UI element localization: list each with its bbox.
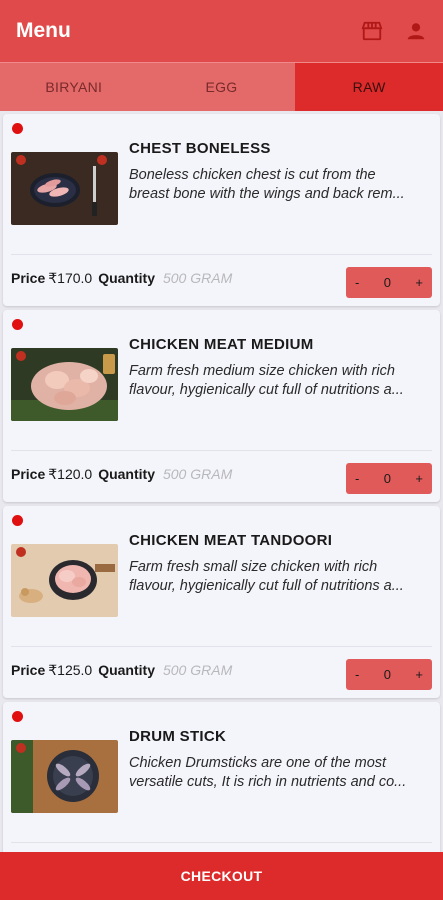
product-description: Chicken Drumsticks are one of the most v… — [129, 754, 429, 792]
quantity-label: Quantity — [98, 270, 155, 286]
product-image — [11, 740, 118, 813]
product-card[interactable]: CHICKEN MEAT TANDOORI Farm fresh small s… — [3, 506, 440, 698]
description-line: breast bone with the wings and back rem.… — [129, 186, 405, 202]
price-label: Price — [11, 662, 46, 678]
description-line: versatile cuts, It is rich in nutrients … — [129, 774, 407, 790]
price-value: ₹120.0 — [48, 466, 93, 482]
app-bar-actions — [359, 18, 429, 44]
price-value: ₹170.0 — [48, 270, 93, 286]
description-line: Chicken Drumsticks are one of the most — [129, 755, 387, 771]
product-name: CHICKEN MEAT TANDOORI — [129, 532, 333, 549]
divider — [11, 842, 432, 843]
product-image — [11, 544, 118, 617]
increment-button[interactable]: + — [415, 275, 423, 290]
decrement-button[interactable]: - — [355, 471, 359, 486]
description-line: flavour, hygienically cut full of nutrit… — [129, 578, 404, 594]
quantity-value: 500 GRAM — [162, 270, 233, 286]
price-label: Price — [11, 466, 46, 482]
tab-egg[interactable]: EGG — [147, 62, 296, 111]
product-name: CHEST BONELESS — [129, 140, 271, 157]
product-card[interactable]: CHEST BONELESS Boneless chicken chest is… — [3, 114, 440, 306]
divider — [11, 254, 432, 255]
price-row: Price ₹125.0 Quantity 500 GRAM — [11, 662, 232, 679]
decrement-button[interactable]: - — [355, 275, 359, 290]
divider — [11, 646, 432, 647]
price-row: Price ₹120.0 Quantity 500 GRAM — [11, 466, 232, 483]
checkout-button[interactable]: CHECKOUT — [0, 852, 443, 900]
category-tabs: BIRYANI EGG RAW — [0, 62, 443, 111]
product-image — [11, 152, 118, 225]
divider — [11, 450, 432, 451]
tab-biryani[interactable]: BIRYANI — [0, 62, 148, 111]
decrement-button[interactable]: - — [355, 667, 359, 682]
product-description: Farm fresh small size chicken with rich … — [129, 558, 429, 596]
product-card[interactable]: DRUM STICK Chicken Drumsticks are one of… — [3, 702, 440, 852]
app-bar: Menu — [0, 0, 443, 62]
product-name: DRUM STICK — [129, 728, 227, 745]
quantity-value: 500 GRAM — [162, 662, 233, 678]
quantity-stepper: - 0 + — [346, 267, 432, 298]
non-veg-indicator-icon — [12, 123, 23, 134]
increment-button[interactable]: + — [415, 471, 423, 486]
store-icon[interactable] — [359, 18, 385, 44]
person-icon[interactable] — [403, 18, 429, 44]
item-count: 0 — [383, 275, 391, 290]
description-line: Farm fresh small size chicken with rich — [129, 559, 378, 575]
non-veg-indicator-icon — [12, 711, 23, 722]
description-line: Boneless chicken chest is cut from the — [129, 167, 376, 183]
quantity-stepper: - 0 + — [346, 659, 432, 690]
product-description: Farm fresh medium size chicken with rich… — [129, 362, 429, 400]
increment-button[interactable]: + — [415, 667, 423, 682]
non-veg-indicator-icon — [12, 319, 23, 330]
quantity-value: 500 GRAM — [162, 466, 233, 482]
description-line: flavour, hygienically cut full of nutrit… — [129, 382, 404, 398]
item-count: 0 — [383, 667, 391, 682]
product-name: CHICKEN MEAT MEDIUM — [129, 336, 314, 353]
price-row: Price ₹170.0 Quantity 500 GRAM — [11, 270, 232, 287]
price-label: Price — [11, 270, 46, 286]
description-line: Farm fresh medium size chicken with rich — [129, 363, 395, 379]
product-list[interactable]: CHEST BONELESS Boneless chicken chest is… — [0, 111, 443, 852]
non-veg-indicator-icon — [12, 515, 23, 526]
tab-raw[interactable]: RAW — [295, 62, 443, 111]
item-count: 0 — [383, 471, 391, 486]
price-value: ₹125.0 — [48, 662, 93, 678]
product-image — [11, 348, 118, 421]
quantity-stepper: - 0 + — [346, 463, 432, 494]
quantity-label: Quantity — [98, 466, 155, 482]
page-title: Menu — [16, 19, 71, 42]
product-description: Boneless chicken chest is cut from the b… — [129, 166, 429, 204]
product-card[interactable]: CHICKEN MEAT MEDIUM Farm fresh medium si… — [3, 310, 440, 502]
quantity-label: Quantity — [98, 662, 155, 678]
